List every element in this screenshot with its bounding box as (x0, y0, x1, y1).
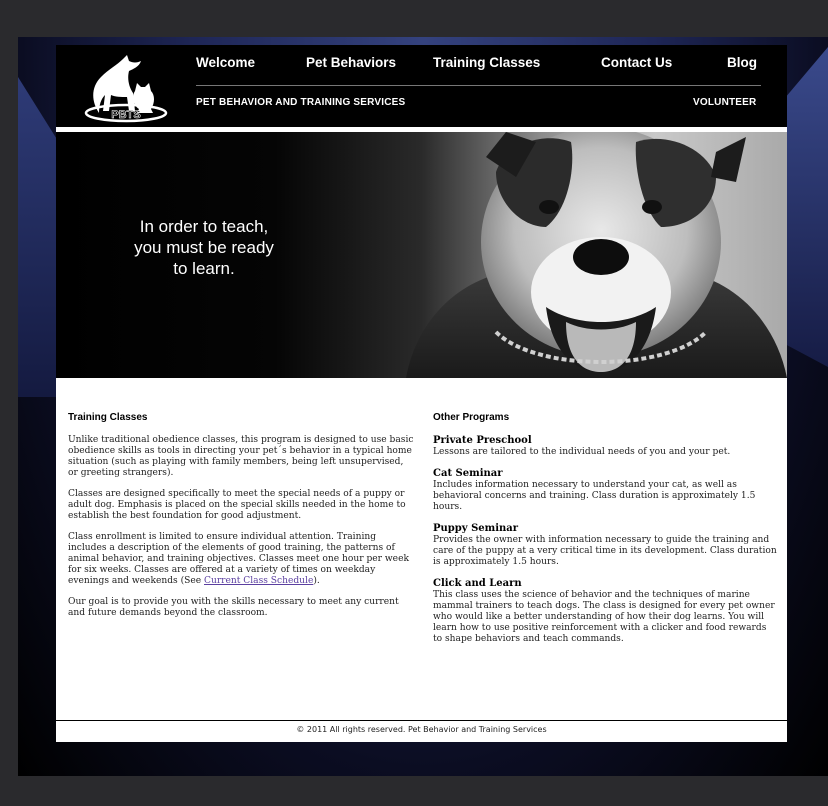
program-description: Lessons are tailored to the individual n… (433, 447, 731, 457)
content-area: Training Classes Unlike traditional obed… (56, 378, 787, 714)
hero-quote-line-2: you must be ready (134, 238, 274, 257)
nav-training-classes[interactable]: Training Classes (433, 55, 540, 70)
program-title: Click and Learn (433, 578, 522, 589)
nav-pet-behaviors[interactable]: Pet Behaviors (306, 55, 396, 70)
training-classes-section: Training Classes Unlike traditional obed… (68, 412, 415, 629)
program-item: Click and Learn This class uses the scie… (433, 578, 778, 645)
site-header: PBTS Welcome Pet Behaviors Training Clas… (56, 45, 787, 127)
nav-contact-us[interactable]: Contact Us (601, 55, 672, 70)
page-background: PBTS Welcome Pet Behaviors Training Clas… (18, 37, 828, 776)
hero-quote-line-3: to learn. (173, 259, 235, 278)
training-paragraph-3: Class enrollment is limited to ensure in… (68, 532, 415, 587)
other-programs-section: Other Programs Private Preschool Lessons… (433, 412, 778, 655)
training-classes-heading: Training Classes (68, 412, 148, 423)
site-tagline[interactable]: PET BEHAVIOR AND TRAINING SERVICES (196, 97, 405, 108)
dog-photo (406, 132, 787, 378)
program-title: Private Preschool (433, 435, 532, 446)
nav-volunteer[interactable]: VOLUNTEER (693, 97, 756, 108)
program-description: This class uses the science of behavior … (433, 590, 775, 644)
training-paragraph-1: Unlike traditional obedience classes, th… (68, 435, 414, 478)
hero-quote-line-1: In order to teach, (139, 217, 269, 236)
program-item: Puppy Seminar Provides the owner with in… (433, 523, 778, 568)
footer-copyright: © 2011 All rights reserved. Pet Behavior… (296, 725, 547, 734)
program-title: Cat Seminar (433, 468, 503, 479)
svg-text:PBTS: PBTS (111, 109, 140, 121)
other-programs-heading: Other Programs (433, 412, 510, 423)
nav-blog[interactable]: Blog (727, 55, 757, 70)
top-border (0, 0, 828, 37)
program-item: Cat Seminar Includes information necessa… (433, 468, 778, 513)
hero-quote: In order to teach, you must be ready to … (114, 216, 294, 279)
program-description: Includes information necessary to unders… (433, 480, 756, 512)
nav-welcome[interactable]: Welcome (196, 55, 255, 70)
dog-cat-logo-icon[interactable]: PBTS (81, 51, 171, 123)
training-paragraph-4: Our goal is to provide you with the skil… (68, 597, 399, 618)
current-class-schedule-link[interactable]: Current Class Schedule (204, 576, 313, 586)
main-container: PBTS Welcome Pet Behaviors Training Clas… (56, 45, 787, 742)
training-paragraph-2: Classes are designed specifically to mee… (68, 489, 406, 521)
hero-banner: In order to teach, you must be ready to … (56, 132, 787, 378)
training-paragraph-3-end: ). (313, 576, 320, 586)
program-item: Private Preschool Lessons are tailored t… (433, 435, 778, 458)
program-description: Provides the owner with information nece… (433, 535, 777, 567)
nav-divider (196, 85, 761, 86)
footer-divider (56, 720, 787, 721)
bottom-border (0, 776, 828, 806)
primary-nav: Welcome Pet Behaviors Training Classes C… (196, 55, 761, 75)
program-title: Puppy Seminar (433, 523, 519, 534)
